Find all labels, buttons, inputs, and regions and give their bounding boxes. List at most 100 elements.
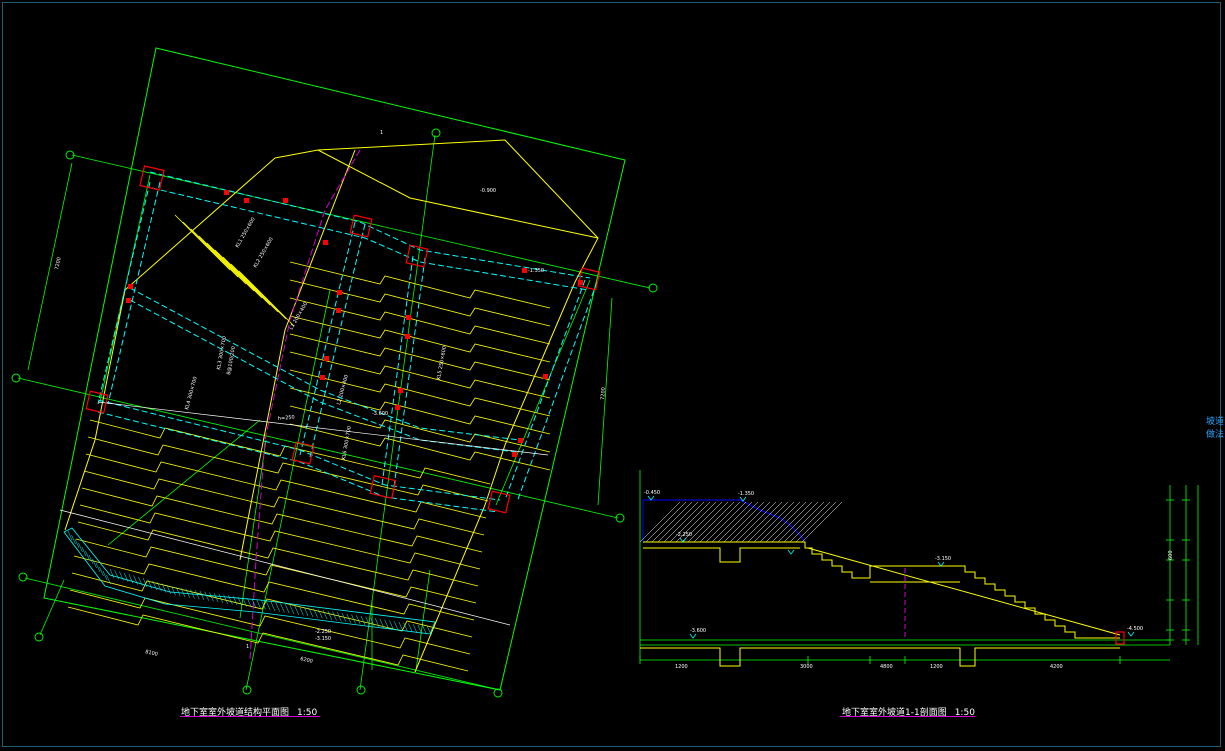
svg-text:h=250: h=250: [278, 415, 295, 422]
wall-hatch-line: [374, 618, 380, 628]
soil-hatch-line: [729, 501, 771, 543]
wall-hatch-line: [102, 570, 108, 581]
soil-hatch-line: [801, 501, 843, 543]
wall-hatch-line: [128, 574, 134, 584]
svg-text:KL3 300×700: KL3 300×700: [216, 336, 228, 371]
wall-hatch-line: [360, 615, 366, 626]
wall-hatch-line: [318, 609, 323, 619]
svg-text:KL4 300×700: KL4 300×700: [184, 376, 199, 411]
soil-hatch-line: [777, 501, 819, 543]
svg-text:KL2 250×600: KL2 250×600: [253, 236, 275, 269]
plan-dim-label-2: 7200: [600, 387, 607, 400]
svg-text:KL1 250×600: KL1 250×600: [235, 216, 257, 249]
soil-hatch-line: [747, 501, 789, 543]
plan-grid-label-1: 1: [380, 130, 383, 136]
plan-elev-label-1: -0.900: [480, 188, 496, 194]
wall-hatch-line: [370, 617, 375, 627]
section-dim-label-2: 3000: [800, 664, 813, 670]
wall-hatch-line: [119, 571, 124, 581]
wall-hatch-line: [270, 601, 276, 612]
wall-hatch-line: [332, 611, 337, 621]
side-note: 坡道做法: [1206, 417, 1225, 440]
section-dim-label-1: 1200: [675, 664, 688, 670]
stair-tread: [230, 263, 287, 320]
stair-tread: [182, 221, 239, 278]
wall-hatch-line: [123, 572, 129, 583]
section-frame-lines: [639, 470, 1199, 661]
wall-hatch-line: [275, 602, 280, 612]
plan-elev-label-4: -3.150: [315, 636, 331, 642]
plan-elev-label-2: -1.350: [528, 268, 544, 274]
soil-hatch-line: [711, 501, 753, 543]
plan-grid-label-2: 1: [246, 644, 249, 650]
soil-hatch-line: [783, 501, 825, 543]
soil-hatch-line: [705, 501, 747, 543]
section-dim-label-4: 1200: [930, 664, 943, 670]
soil-hatch-line: [639, 501, 681, 543]
stair-tread: [198, 235, 255, 292]
wall-hatch-line: [327, 610, 333, 620]
section-dim-label-3: 4800: [880, 664, 893, 670]
section-dim-label-6: 600: [1168, 550, 1174, 560]
wall-hatch-line: [99, 566, 104, 577]
plan-dim-label-4: 6200: [300, 656, 314, 665]
wall-hatch-line: [92, 558, 97, 569]
wall-hatch-line: [109, 568, 115, 579]
section-elev-label-1: -0.450: [644, 490, 660, 496]
section-elev-label-6: -4.500: [1127, 626, 1143, 632]
ramp-strip: [289, 279, 551, 327]
soil-hatch-line: [687, 501, 729, 543]
soil-hatch-line: [759, 501, 801, 543]
section-title-underline: [840, 716, 975, 717]
wall-hatch-line: [356, 615, 361, 625]
section-dim-label-5: 4200: [1050, 664, 1063, 670]
svg-text:8@100/200: 8@100/200: [226, 346, 237, 376]
stair-tread: [174, 214, 231, 271]
stair-tread: [222, 256, 279, 313]
ramp-strip: [289, 387, 551, 435]
soil-hatch-line: [795, 501, 837, 543]
wall-hatch-line: [114, 570, 119, 580]
wall-hatch-line: [157, 582, 162, 592]
plan-dim-label-1: 7200: [54, 257, 63, 271]
wall-hatch-line: [266, 601, 271, 611]
wall-hatch-line: [81, 546, 87, 557]
wall-hatch-line: [322, 609, 328, 620]
soil-hatch-line: [765, 501, 807, 543]
plan-grid-lines: [17, 134, 651, 691]
section-view: -0.450 -1.350 -2.250 -3.150 -3.600 -4.50…: [639, 470, 1199, 670]
wall-hatch-line: [256, 599, 262, 609]
wall-hatch-line: [223, 594, 228, 604]
stair-tread: [238, 270, 295, 327]
wall-hatch-line: [294, 605, 299, 615]
plan-dim-label-3: 8100: [145, 649, 159, 658]
section-soil-hatch: [639, 499, 843, 543]
soil-hatch-line: [723, 501, 765, 543]
wall-hatch-line: [95, 562, 101, 573]
wall-hatch-line: [280, 603, 285, 613]
wall-hatch-line: [398, 621, 404, 631]
soil-hatch-line: [741, 501, 783, 543]
stair-tread: [206, 242, 263, 299]
svg-text:KL5 250×600: KL5 250×600: [436, 346, 448, 381]
soil-hatch-line: [789, 501, 831, 543]
ramp-strip: [289, 297, 551, 345]
section-elev-label-3: -2.250: [676, 532, 692, 538]
wall-hatch-line: [199, 590, 205, 601]
wall-hatch-line: [133, 575, 138, 585]
section-elev-label-4: -3.150: [935, 556, 951, 562]
soil-hatch-line: [753, 501, 795, 543]
plan-title-underline: [180, 716, 320, 717]
cad-drawing-canvas[interactable]: KL1 250×600 KL2 250×600 L1 200×400 KL3 3…: [0, 0, 1225, 751]
wall-hatch-line: [393, 621, 399, 631]
plan-elev-label-5: -3.600: [372, 411, 388, 417]
wall-hatch-line: [313, 608, 318, 618]
section-elev-label-2: -1.350: [738, 491, 754, 497]
wall-hatch-line: [88, 554, 94, 565]
wall-hatch-line: [78, 542, 83, 553]
stair-tread: [190, 228, 247, 285]
plan-small-columns: [126, 190, 583, 457]
plan-grid-bubbles: [11, 128, 658, 698]
wall-hatch-line: [228, 595, 233, 605]
plan-elev-label-3: -2.250: [315, 629, 331, 635]
